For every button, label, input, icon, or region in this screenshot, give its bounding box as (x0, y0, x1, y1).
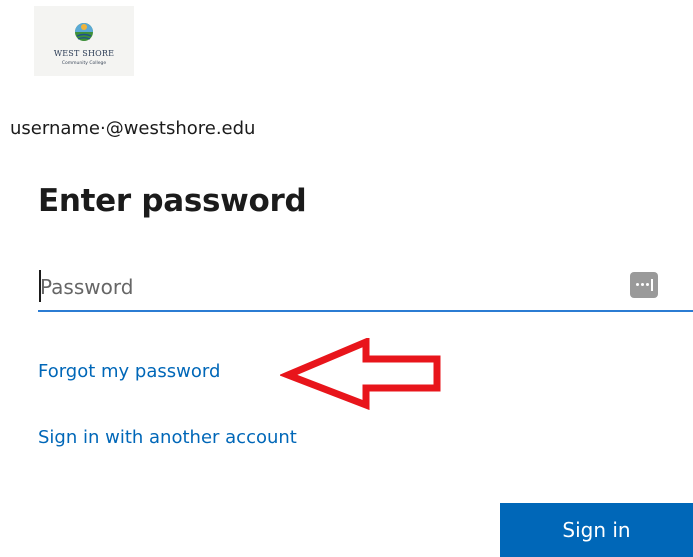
reveal-password-icon[interactable] (630, 272, 658, 298)
college-logo: WEST SHORE Community College (34, 6, 134, 76)
page-title: Enter password (38, 183, 307, 219)
logo-emblem-icon (75, 23, 93, 41)
account-identity: username·@westshore.edu (10, 118, 256, 139)
forgot-password-link[interactable]: Forgot my password (38, 361, 220, 382)
password-input[interactable] (40, 268, 600, 306)
logo-name: WEST SHORE (53, 49, 115, 58)
text-caret (39, 270, 41, 302)
logo-subtitle: Community College (61, 61, 107, 66)
sign-in-button[interactable]: Sign in (500, 503, 693, 557)
sign-in-another-account-link[interactable]: Sign in with another account (38, 427, 297, 448)
arrow-left-icon (280, 338, 441, 410)
sign-in-page: WEST SHORE Community College username·@w… (0, 0, 693, 557)
